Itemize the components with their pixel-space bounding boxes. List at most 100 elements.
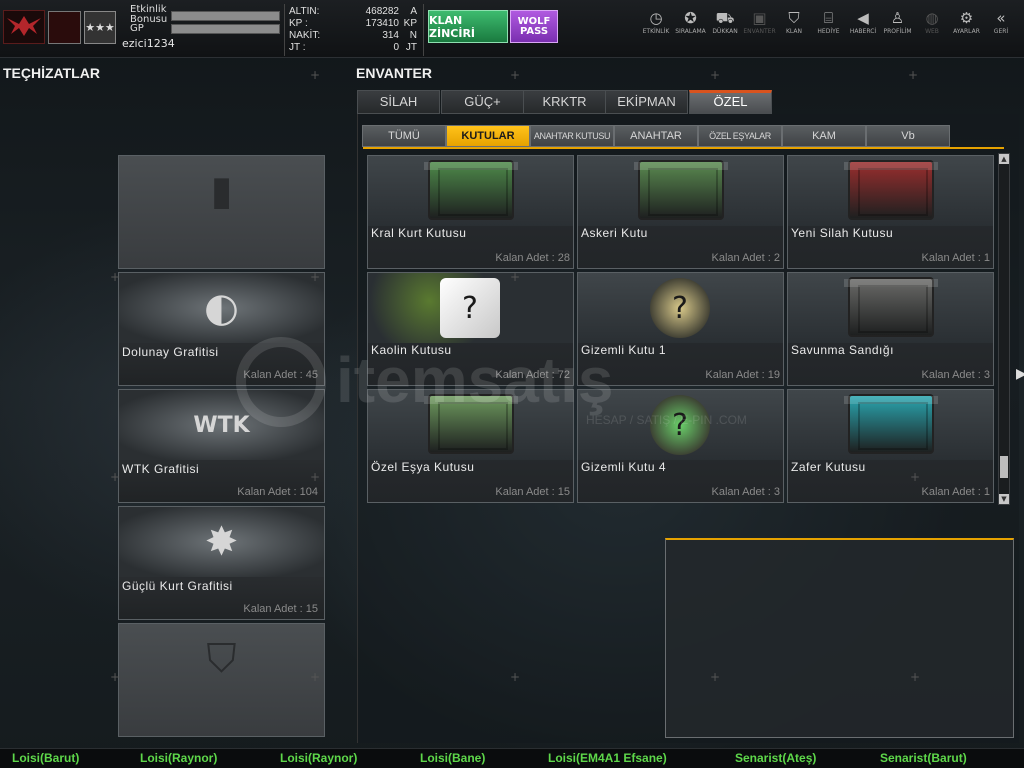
item-image	[368, 390, 573, 460]
item-quantity: Kalan Adet : 1	[921, 252, 991, 264]
inventory-title: ENVANTER	[356, 65, 432, 81]
item-image	[788, 156, 993, 226]
item-quantity: Kalan Adet : 1	[921, 486, 991, 498]
inventory-item-card[interactable]: Özel Eşya Kutusu Kalan Adet : 15	[367, 389, 574, 503]
currency-unit: A	[410, 6, 417, 17]
inventory-item-card[interactable]: Yeni Silah Kutusu Kalan Adet : 1	[787, 155, 994, 269]
nav-label: HEDİYE	[817, 28, 840, 35]
inventory-item-card[interactable]: ? Gizemli Kutu 1 Kalan Adet : 19	[577, 272, 784, 386]
profile-icon: ♙	[890, 9, 905, 27]
item-name: Savunma Sandığı	[791, 343, 894, 357]
nav-item-back[interactable]: «GERİ	[983, 8, 1019, 48]
globe-icon: ◍	[925, 9, 939, 27]
clock-icon: ◷	[649, 9, 663, 27]
currency-key: KP :	[289, 18, 308, 29]
subtab-boxes[interactable]: KUTULAR	[446, 125, 530, 147]
wolf-beast-graffiti-icon: ✸	[119, 507, 324, 577]
currency-key: NAKİT:	[289, 30, 321, 41]
subtab-all[interactable]: TÜMÜ	[362, 125, 446, 147]
crate-icon	[844, 394, 938, 454]
nav-item-gift[interactable]: ⌸ HEDİYE	[811, 8, 847, 48]
top-bar: ★★★ Etkinlik Bonusu GP ezici1234 ALTIN: 4…	[0, 0, 1024, 58]
klan-zinciri-button[interactable]: KLAN ZİNCİRİ	[428, 10, 508, 43]
ticker-item: Loisi(Raynor)	[280, 751, 358, 765]
equipment-slot[interactable]: ✸ Güçlü Kurt Grafitisi Kalan Adet : 15	[118, 506, 325, 620]
inventory-item-card[interactable]: Savunma Sandığı Kalan Adet : 3	[787, 272, 994, 386]
clan-emblem[interactable]	[48, 11, 81, 44]
nav-item-globe[interactable]: ◍ WEB	[914, 8, 950, 48]
equipment-slot[interactable]: ◐ Dolunay Grafitisi Kalan Adet : 45	[118, 272, 325, 386]
tab-ozel[interactable]: ÖZEL	[689, 90, 772, 114]
item-quantity: Kalan Adet : 3	[711, 486, 781, 498]
item-image	[788, 273, 993, 343]
wolf-graffiti-icon: WTK	[119, 390, 324, 460]
grid-marker: +	[110, 270, 121, 284]
crate-icon	[424, 394, 518, 454]
nav-label: HABERCİ	[849, 28, 877, 35]
nav-item-cart[interactable]: ⛟ DÜKKAN	[707, 8, 743, 48]
tab-ekipman[interactable]: EKİPMAN	[605, 90, 688, 114]
equipment-quantity: Kalan Adet : 15	[243, 603, 318, 615]
scroll-up-icon[interactable]: ▲	[999, 154, 1009, 164]
tab-krktr[interactable]: KRKTR	[523, 90, 606, 114]
gp-bar	[171, 24, 280, 34]
inventory-item-card[interactable]: ? Kaolin Kutusu Kalan Adet : 72	[367, 272, 574, 386]
subtab-key[interactable]: ANAHTAR	[614, 125, 698, 147]
grid-marker: +	[510, 670, 521, 684]
grid-marker: +	[310, 670, 321, 684]
mystery-cube-icon: ?	[440, 278, 500, 338]
empty-equipment-slot[interactable]: ▮	[118, 155, 325, 269]
item-name: Yeni Silah Kutusu	[791, 226, 894, 240]
item-quantity: Kalan Adet : 15	[495, 486, 570, 498]
item-image: ?	[578, 273, 783, 343]
subtab-cam[interactable]: KAM	[782, 125, 866, 147]
empty-equipment-slot[interactable]: ⛉	[118, 623, 325, 737]
nav-item-profile[interactable]: ♙ PROFİLİM	[880, 8, 916, 48]
scroll-down-icon[interactable]: ▼	[999, 494, 1009, 504]
inventory-item-card[interactable]: Askeri Kutu Kalan Adet : 2	[577, 155, 784, 269]
equipment-slot[interactable]: WTK WTK Grafitisi Kalan Adet : 104	[118, 389, 325, 503]
nav-item-gear[interactable]: ⚙ AYARLAR	[949, 8, 985, 48]
grid-marker: +	[310, 470, 321, 484]
item-detail-panel	[665, 538, 1014, 738]
currency-row: ALTIN: 468282 A	[289, 6, 421, 18]
equipment-title: TEÇHİZATLAR	[3, 65, 100, 81]
back-icon: «	[996, 9, 1006, 27]
item-quantity: Kalan Adet : 72	[495, 369, 570, 381]
nav-item-megaphone[interactable]: ◀ HABERCİ	[845, 8, 881, 48]
nav-label: DÜKKAN	[712, 28, 738, 35]
crate-icon	[634, 160, 728, 220]
inventory-item-card[interactable]: Kral Kurt Kutusu Kalan Adet : 28	[367, 155, 574, 269]
tab-silah[interactable]: SİLAH	[357, 90, 440, 114]
item-name: Gizemli Kutu 4	[581, 460, 667, 474]
ticker-item: Loisi(Barut)	[12, 751, 80, 765]
currency-panel: ALTIN: 468282 A KP : 173410 KP NAKİT: 314 N JT : 0…	[284, 4, 424, 56]
medal-icon: ✪	[684, 9, 697, 27]
cart-icon: ⛟	[715, 9, 735, 27]
item-name: Kral Kurt Kutusu	[371, 226, 467, 240]
crate-icon	[844, 160, 938, 220]
subtab-etc[interactable]: Vb	[866, 125, 950, 147]
equipment-name: Dolunay Grafitisi	[122, 345, 219, 359]
wolf-pass-button[interactable]: WOLF PASS	[510, 10, 558, 43]
grid-marker: +	[710, 670, 721, 684]
nav-item-clock[interactable]: ◷ ETKİNLİK	[638, 8, 674, 48]
inventory-item-card[interactable]: ? Gizemli Kutu 4 Kalan Adet : 3	[577, 389, 784, 503]
scroll-thumb[interactable]	[1000, 456, 1008, 478]
rank-stars-icon[interactable]: ★★★	[84, 11, 116, 44]
full-moon-graffiti-icon: ◐	[119, 273, 324, 343]
tab-guc[interactable]: GÜÇ+	[441, 90, 524, 114]
inventory-item-card[interactable]: Zafer Kutusu Kalan Adet : 1	[787, 389, 994, 503]
nav-label: ETKİNLİK	[642, 28, 670, 35]
item-name: Gizemli Kutu 1	[581, 343, 667, 357]
subtab-key-box[interactable]: ANAHTAR KUTUSU	[530, 125, 614, 147]
item-image	[578, 156, 783, 226]
subtab-special-items[interactable]: ÖZEL EŞYALAR	[698, 125, 782, 147]
nav-item-medal[interactable]: ✪ SIRALAMA	[673, 8, 709, 48]
grid-marker: +	[310, 68, 321, 82]
nav-item-shield[interactable]: ⛉ KLAN	[776, 8, 812, 48]
nav-item-inventory[interactable]: ▣ ENVANTER	[742, 8, 778, 48]
nav-label: AYARLAR	[953, 28, 980, 35]
inventory-scrollbar[interactable]: ▲ ▼	[998, 153, 1010, 505]
grid-marker: +	[510, 68, 521, 82]
